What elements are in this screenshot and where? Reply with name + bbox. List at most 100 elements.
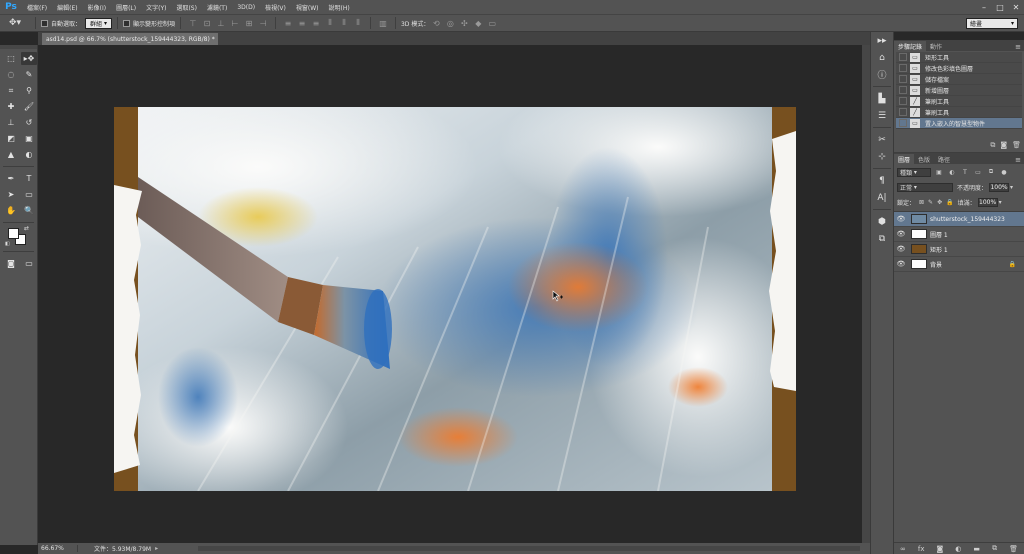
align-bottom-icon[interactable]: ⊥ — [215, 17, 227, 29]
dodge-tool-icon[interactable]: ◐ — [21, 148, 37, 161]
auto-align-icon[interactable]: ▥ — [377, 17, 389, 29]
layer-row[interactable]: 👁 背景 🔒 — [894, 257, 1024, 272]
menu-window[interactable]: 視窗(W) — [291, 3, 324, 12]
menu-help[interactable]: 說明(H) — [324, 3, 355, 12]
history-item-selected[interactable]: ▭ 置入嵌入的智慧型物件 — [896, 118, 1022, 129]
show-transform-checkbox[interactable] — [122, 19, 130, 27]
vertical-scrollbar[interactable] — [862, 45, 870, 543]
status-menu-icon[interactable]: ▸ — [155, 545, 158, 552]
history-brush-source[interactable] — [899, 97, 907, 105]
tools-presets-icon[interactable]: ✂ — [871, 131, 893, 148]
filter-smart-object-icon[interactable]: ⧉ — [986, 168, 996, 177]
history-item[interactable]: ▭ 修改色彩填色圖層 — [896, 63, 1022, 74]
tab-actions[interactable]: 動作 — [926, 41, 946, 51]
history-brush-source[interactable] — [899, 75, 907, 83]
crop-tool-icon[interactable]: ⌗ — [3, 84, 19, 97]
history-brush-tool-icon[interactable]: ↺ — [21, 116, 37, 129]
minimize-button[interactable]: – — [976, 0, 992, 14]
layer-kind-filter[interactable]: 種類 ▾ — [897, 167, 931, 177]
adjustment-layer-icon[interactable]: ◐ — [955, 545, 961, 553]
tab-paths[interactable]: 路徑 — [934, 154, 954, 164]
menu-edit[interactable]: 編輯(E) — [52, 3, 82, 12]
3d-slide-icon[interactable]: ◆ — [472, 17, 484, 29]
brush-panel-icon[interactable]: ⊹ — [871, 148, 893, 165]
zoom-level-field[interactable]: 66.67% — [38, 545, 78, 552]
move-tool-icon[interactable]: ▸✥ — [21, 52, 37, 65]
path-select-tool-icon[interactable]: ➤ — [3, 188, 19, 201]
type-tool-icon[interactable]: T — [21, 172, 37, 185]
history-item[interactable]: ╱ 筆刷工具 — [896, 107, 1022, 118]
new-snapshot-icon[interactable]: ◙ — [1000, 141, 1007, 150]
3d-drag-icon[interactable]: ✣ — [458, 17, 470, 29]
eyedropper-tool-icon[interactable]: ⚲ — [21, 84, 37, 97]
history-brush-source[interactable] — [899, 53, 907, 61]
menu-file[interactable]: 檔案(F) — [22, 3, 52, 12]
lock-all-icon[interactable]: 🔒 — [946, 199, 953, 206]
tab-layers[interactable]: 圖層 — [894, 154, 915, 164]
eye-icon[interactable]: 👁 — [894, 230, 908, 238]
document-tab[interactable]: asd14.psd @ 66.7% (shutterstock_15944432… — [42, 33, 218, 45]
opacity-field[interactable]: 100% — [989, 182, 1010, 192]
distribute-right-icon[interactable]: ⦀ — [352, 17, 364, 29]
blur-tool-icon[interactable]: ▲ — [3, 148, 19, 161]
layer-row[interactable]: 👁 shutterstock_159444323 — [894, 212, 1024, 227]
character-panel-icon[interactable]: A| — [871, 189, 893, 206]
menu-select[interactable]: 選取(S) — [171, 3, 202, 12]
3d-panel-icon[interactable]: ⬢ — [871, 213, 893, 230]
default-colors-icon[interactable]: ◧ — [5, 241, 10, 247]
hand-tool-icon[interactable]: ✋ — [3, 204, 19, 217]
menu-view[interactable]: 檢視(V) — [260, 3, 291, 12]
new-group-icon[interactable]: ▬ — [973, 545, 980, 553]
history-panel-icon[interactable]: ⌂ — [871, 49, 893, 66]
eye-icon[interactable]: 👁 — [894, 215, 908, 223]
lock-image-icon[interactable]: ✎ — [928, 199, 933, 206]
history-item[interactable]: ▭ 矩形工具 — [896, 52, 1022, 63]
new-layer-icon[interactable]: ⧉ — [992, 544, 997, 553]
filter-toggle-icon[interactable]: ● — [999, 168, 1009, 177]
align-hcenter-icon[interactable]: ⊞ — [243, 17, 255, 29]
layer-row[interactable]: 👁 圖層 1 — [894, 227, 1024, 242]
filter-type-icon[interactable]: T — [960, 168, 970, 177]
paragraph-panel-icon[interactable]: ¶ — [871, 172, 893, 189]
channels-panel-icon[interactable]: ⧉ — [871, 230, 893, 247]
opacity-slider-toggle[interactable]: ▾ — [1010, 184, 1013, 191]
history-item[interactable]: ╱ 筆刷工具 — [896, 96, 1022, 107]
info-panel-icon[interactable]: ⓘ — [871, 66, 893, 83]
history-brush-source[interactable] — [899, 64, 907, 72]
menu-type[interactable]: 文字(Y) — [141, 3, 171, 12]
document-canvas[interactable] — [114, 107, 796, 491]
3d-rotate-icon[interactable]: ⟲ — [430, 17, 442, 29]
zoom-tool-icon[interactable]: 🔍 — [21, 204, 37, 217]
distribute-hcenter-icon[interactable]: ⦀ — [338, 17, 350, 29]
align-vcenter-icon[interactable]: ⊡ — [201, 17, 213, 29]
pen-tool-icon[interactable]: ✒ — [3, 172, 19, 185]
distribute-top-icon[interactable]: ≡ — [282, 17, 294, 29]
quick-mask-icon[interactable]: ◙ — [3, 257, 19, 270]
align-right-icon[interactable]: ⊣ — [257, 17, 269, 29]
tab-history[interactable]: 步驟記錄 — [894, 41, 927, 51]
arrange-icon[interactable]: ▸▸ — [871, 32, 893, 49]
maximize-button[interactable]: □ — [992, 0, 1008, 14]
menu-image[interactable]: 影像(I) — [83, 3, 111, 12]
lock-transparent-icon[interactable]: ⊠ — [919, 199, 924, 206]
filter-adjustment-icon[interactable]: ◐ — [947, 168, 957, 177]
history-item[interactable]: ▭ 儲存檔案 — [896, 74, 1022, 85]
screen-mode-icon[interactable]: ▭ — [21, 257, 37, 270]
eye-icon[interactable]: 👁 — [894, 260, 908, 268]
link-layers-icon[interactable]: ∞ — [900, 545, 906, 553]
add-mask-icon[interactable]: ◙ — [936, 545, 943, 553]
shape-tool-icon[interactable]: ▭ — [21, 188, 37, 201]
layer-style-icon[interactable]: fx — [918, 545, 925, 553]
move-tool-preset-icon[interactable]: ✥▾ — [0, 18, 30, 28]
history-brush-source[interactable] — [899, 108, 907, 116]
filter-shape-icon[interactable]: ▭ — [973, 168, 983, 177]
panel-menu-icon[interactable]: ≡ — [1015, 43, 1024, 51]
horizontal-scrollbar[interactable] — [198, 546, 860, 551]
panel-menu-icon[interactable]: ≡ — [1015, 156, 1024, 164]
foreground-color-swatch[interactable] — [8, 228, 19, 239]
auto-select-checkbox[interactable] — [41, 19, 48, 27]
3d-roll-icon[interactable]: ◎ — [444, 17, 456, 29]
swap-colors-icon[interactable]: ⇄ — [24, 225, 29, 232]
delete-layer-icon[interactable]: 🗑 — [1009, 545, 1018, 553]
align-top-icon[interactable]: ⊤ — [187, 17, 199, 29]
